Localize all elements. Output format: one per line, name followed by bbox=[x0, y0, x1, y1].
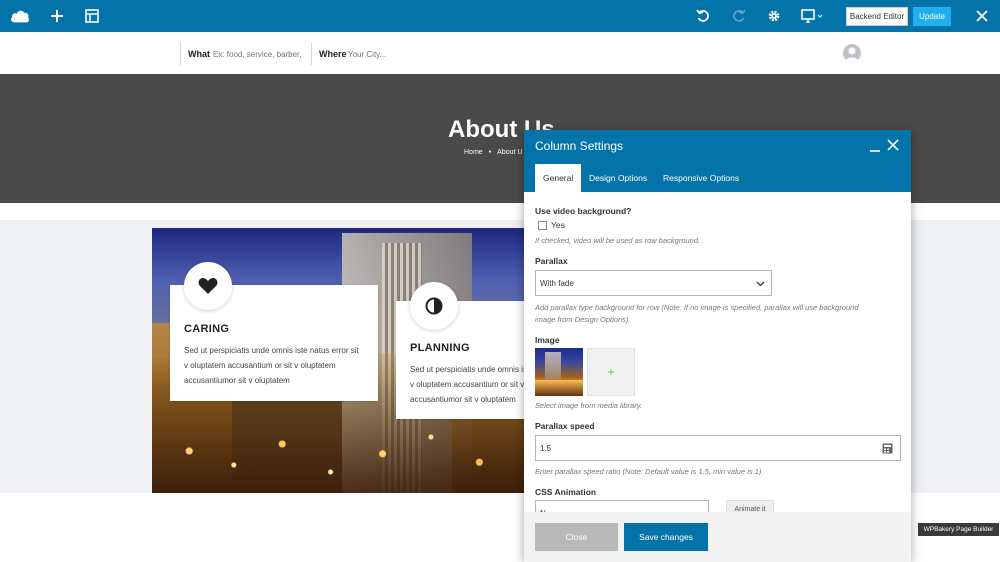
animate-it-button[interactable]: Animate it bbox=[726, 500, 774, 512]
plus-icon[interactable] bbox=[47, 6, 67, 26]
avatar[interactable] bbox=[843, 44, 861, 62]
column-settings-modal: Column Settings General Design Options R… bbox=[524, 130, 911, 562]
divider bbox=[180, 43, 181, 65]
layout-icon[interactable] bbox=[82, 6, 102, 26]
gear-icon[interactable] bbox=[764, 6, 784, 26]
breadcrumb: Home • About U bbox=[464, 149, 522, 156]
add-image-button[interactable]: + bbox=[587, 348, 635, 396]
video-bg-label: Use video background? bbox=[535, 206, 632, 216]
backend-editor-button[interactable]: Backend Editor bbox=[846, 7, 908, 26]
tab-responsive-options[interactable]: Responsive Options bbox=[655, 164, 747, 192]
modal-footer: Close Save changes bbox=[524, 512, 911, 562]
parallax-select[interactable]: With fade bbox=[535, 270, 772, 296]
parallax-speed-value: 1.5 bbox=[540, 443, 552, 453]
cloud-logo-icon[interactable] bbox=[10, 6, 30, 26]
close-icon[interactable] bbox=[972, 6, 992, 26]
video-bg-checkbox[interactable] bbox=[538, 221, 547, 230]
redo-icon[interactable] bbox=[729, 6, 749, 26]
parallax-help-line: image from Design Options). bbox=[535, 315, 631, 324]
divider bbox=[311, 43, 312, 65]
contrast-icon bbox=[410, 282, 458, 330]
tab-design-options[interactable]: Design Options bbox=[581, 164, 655, 192]
image-help: Select image from media library. bbox=[535, 401, 642, 410]
image-label: Image bbox=[535, 335, 560, 345]
parallax-speed-label: Parallax speed bbox=[535, 421, 595, 431]
breadcrumb-current: About U bbox=[497, 149, 523, 156]
what-input[interactable] bbox=[213, 46, 308, 62]
tab-general[interactable]: General bbox=[535, 164, 582, 192]
breadcrumb-separator: • bbox=[488, 149, 492, 156]
parallax-speed-help: Enter parallax speed ratio (Note: Defaul… bbox=[535, 467, 762, 476]
css-animation-label: CSS Animation bbox=[535, 487, 597, 497]
monitor-icon[interactable] bbox=[800, 6, 826, 26]
parallax-help: Add parallax type background for row (No… bbox=[535, 302, 905, 326]
top-toolbar: Backend Editor Update bbox=[0, 0, 1000, 32]
card-text: Sed ut perspiciatis unde omnis iste natu… bbox=[184, 346, 359, 385]
minimize-icon[interactable] bbox=[869, 140, 881, 154]
modal-title: Column Settings bbox=[535, 139, 624, 153]
close-button[interactable]: Close bbox=[535, 523, 618, 551]
heart-icon bbox=[184, 262, 232, 310]
where-input[interactable] bbox=[348, 46, 438, 62]
calculator-icon[interactable] bbox=[882, 443, 893, 456]
card-title: PLANNING bbox=[410, 342, 470, 354]
where-label: Where bbox=[319, 49, 347, 59]
video-bg-help: If checked, video will be used as row ba… bbox=[535, 236, 701, 245]
parallax-label: Parallax bbox=[535, 256, 568, 266]
breadcrumb-home[interactable]: Home bbox=[464, 149, 483, 156]
modal-body: Use video background? Yes If checked, vi… bbox=[524, 192, 911, 512]
parallax-speed-input[interactable]: 1.5 bbox=[535, 435, 901, 461]
parallax-select-value: With fade bbox=[540, 278, 574, 288]
what-label: What bbox=[188, 49, 210, 59]
close-icon[interactable] bbox=[886, 138, 900, 154]
modal-header: Column Settings General Design Options R… bbox=[524, 130, 911, 192]
video-bg-option-label[interactable]: Yes bbox=[551, 220, 565, 230]
parallax-help-line: Add parallax type background for row (No… bbox=[535, 303, 859, 312]
image-thumbnail[interactable] bbox=[535, 348, 583, 396]
update-button[interactable]: Update bbox=[913, 7, 951, 26]
card-title: CARING bbox=[184, 323, 230, 335]
wpbakery-badge[interactable]: WPBakery Page Builder bbox=[918, 523, 999, 536]
save-changes-button[interactable]: Save changes bbox=[624, 523, 708, 551]
css-animation-select[interactable]: N bbox=[535, 500, 709, 512]
undo-icon[interactable] bbox=[693, 6, 713, 26]
chevron-down-icon bbox=[756, 279, 765, 290]
